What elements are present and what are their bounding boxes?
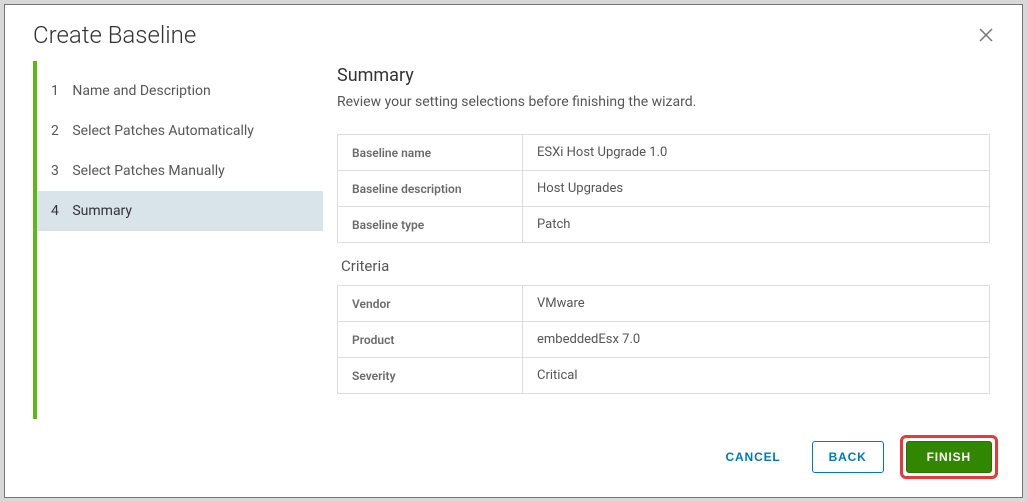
step-label: Select Patches Automatically [72, 123, 254, 139]
step-summary[interactable]: 4 Summary [37, 191, 323, 231]
table-row: Vendor VMware [338, 286, 990, 322]
table-row: Baseline type Patch [338, 207, 990, 243]
criteria-table: Vendor VMware Product embeddedEsx 7.0 Se… [337, 285, 990, 394]
modal-body: 1 Name and Description 2 Select Patches … [5, 61, 1022, 419]
finish-highlight: FINISH [900, 435, 998, 479]
close-icon[interactable] [978, 27, 994, 43]
severity-label: Severity [338, 358, 523, 394]
step-name-description[interactable]: 1 Name and Description [37, 71, 323, 111]
baseline-type-value: Patch [523, 207, 990, 243]
baseline-type-label: Baseline type [338, 207, 523, 243]
step-label: Select Patches Manually [72, 163, 224, 179]
step-select-patches-manual[interactable]: 3 Select Patches Manually [37, 151, 323, 191]
content-scroll[interactable]: Summary Review your setting selections b… [337, 61, 994, 419]
severity-value: Critical [523, 358, 990, 394]
step-number: 4 [51, 203, 59, 219]
table-row: Baseline description Host Upgrades [338, 171, 990, 207]
vendor-value: VMware [523, 286, 990, 322]
table-row: Severity Critical [338, 358, 990, 394]
baseline-desc-label: Baseline description [338, 171, 523, 207]
step-number: 1 [51, 83, 59, 99]
modal-footer: CANCEL BACK FINISH [5, 419, 1022, 497]
content-area: Summary Review your setting selections b… [337, 61, 994, 419]
step-label: Summary [72, 203, 132, 219]
step-number: 3 [51, 163, 59, 179]
baseline-name-value: ESXi Host Upgrade 1.0 [523, 135, 990, 171]
baseline-table: Baseline name ESXi Host Upgrade 1.0 Base… [337, 134, 990, 243]
baseline-desc-value: Host Upgrades [523, 171, 990, 207]
create-baseline-modal: Create Baseline 1 Name and Description 2… [4, 4, 1023, 498]
step-number: 2 [51, 123, 59, 139]
product-value: embeddedEsx 7.0 [523, 322, 990, 358]
summary-heading: Summary [337, 65, 990, 86]
product-label: Product [338, 322, 523, 358]
step-label: Name and Description [72, 83, 210, 99]
criteria-heading: Criteria [341, 257, 990, 275]
modal-title: Create Baseline [33, 21, 196, 49]
table-row: Baseline name ESXi Host Upgrade 1.0 [338, 135, 990, 171]
wizard-steps: 1 Name and Description 2 Select Patches … [33, 61, 323, 419]
table-row: Product embeddedEsx 7.0 [338, 322, 990, 358]
finish-button[interactable]: FINISH [906, 441, 992, 473]
summary-subheading: Review your setting selections before fi… [337, 94, 990, 110]
vendor-label: Vendor [338, 286, 523, 322]
cancel-button[interactable]: CANCEL [711, 441, 796, 473]
modal-header: Create Baseline [5, 5, 1022, 61]
step-select-patches-auto[interactable]: 2 Select Patches Automatically [37, 111, 323, 151]
baseline-name-label: Baseline name [338, 135, 523, 171]
back-button[interactable]: BACK [812, 441, 884, 473]
